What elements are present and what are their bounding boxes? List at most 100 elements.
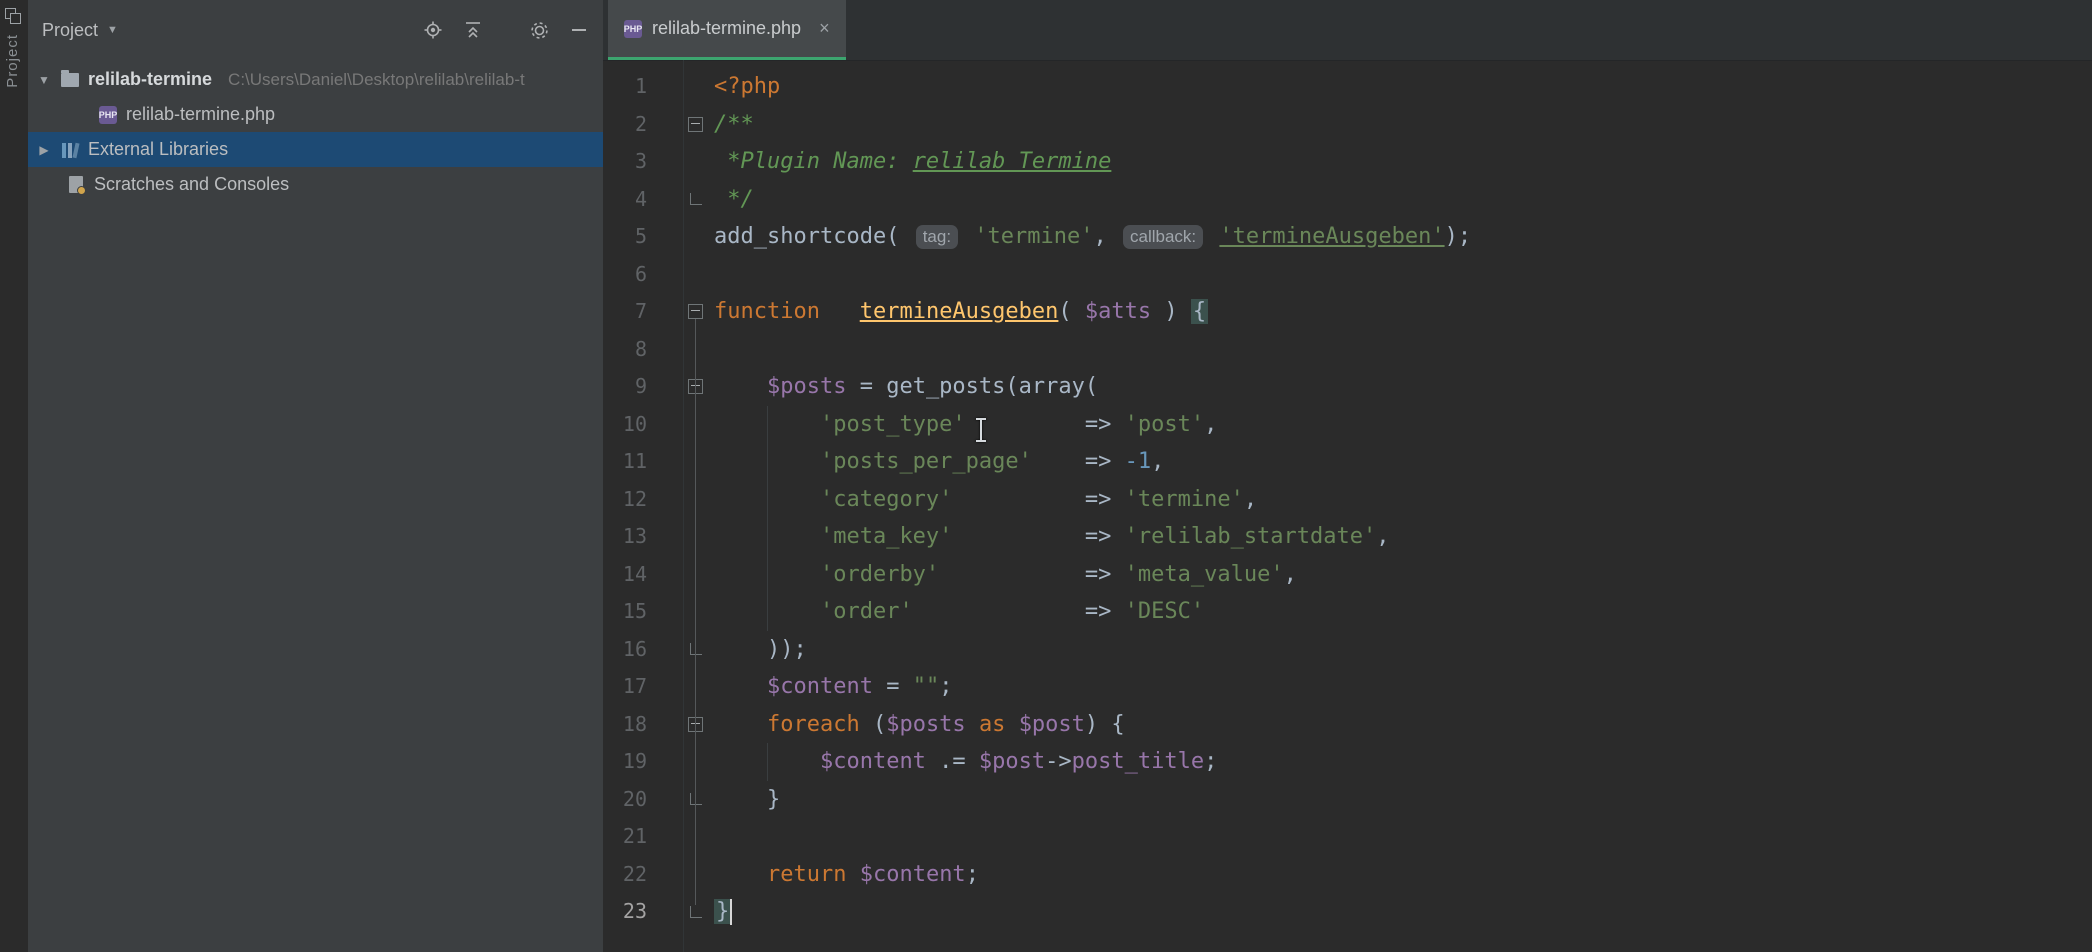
code-text: function termineAusgeben( $atts ) { xyxy=(708,293,1208,331)
line-number[interactable]: 3 xyxy=(603,143,647,181)
code-line[interactable]: 23} xyxy=(603,893,2092,931)
code-line[interactable]: 2/** xyxy=(603,106,2092,144)
code-text: add_shortcode( tag: 'termine', callback:… xyxy=(708,218,1471,256)
fold-end-icon[interactable] xyxy=(690,906,702,918)
line-number[interactable]: 23 xyxy=(603,893,647,931)
project-tool-window-stripe-button[interactable]: Project xyxy=(4,34,21,88)
code-line[interactable]: 11 'posts_per_page' => -1, xyxy=(603,443,2092,481)
window-square-icon xyxy=(10,13,21,24)
line-number[interactable]: 11 xyxy=(603,443,647,481)
external-libraries-label: External Libraries xyxy=(88,139,228,160)
line-number[interactable]: 18 xyxy=(603,706,647,744)
line-number[interactable]: 6 xyxy=(603,256,647,294)
indent-guide xyxy=(767,743,768,781)
locate-file-button[interactable] xyxy=(421,18,445,42)
code-text: 'order' => 'DESC' xyxy=(708,593,1204,631)
line-number[interactable]: 22 xyxy=(603,856,647,894)
code-line[interactable]: 18 foreach ($posts as $post) { xyxy=(603,706,2092,744)
code-line[interactable]: 8 xyxy=(603,331,2092,369)
fold-column[interactable] xyxy=(683,193,708,205)
project-root-path: C:\Users\Daniel\Desktop\relilab\relilab-… xyxy=(228,70,525,90)
project-tree: ▼ relilab-termine C:\Users\Daniel\Deskto… xyxy=(28,60,603,202)
fold-collapse-icon[interactable] xyxy=(688,304,703,319)
line-number[interactable]: 4 xyxy=(603,181,647,219)
project-panel-header: Project ▼ xyxy=(28,0,603,60)
editor-tab-label: relilab-termine.php xyxy=(652,18,801,39)
code-line[interactable]: 9 $posts = get_posts(array( xyxy=(603,368,2092,406)
code-line[interactable]: 4 */ xyxy=(603,181,2092,219)
code-text: */ xyxy=(708,181,754,219)
line-number[interactable]: 9 xyxy=(603,368,647,406)
code-line[interactable]: 16 )); xyxy=(603,631,2092,669)
chevron-right-icon[interactable]: ▶ xyxy=(36,143,52,157)
line-number[interactable]: 14 xyxy=(603,556,647,594)
tree-row-php-file[interactable]: PHP relilab-termine.php xyxy=(28,97,603,132)
line-number[interactable]: 16 xyxy=(603,631,647,669)
code-line[interactable]: 17 $content = ""; xyxy=(603,668,2092,706)
code-text: } xyxy=(708,893,731,931)
settings-gear-icon[interactable] xyxy=(527,18,551,42)
project-view-title: Project xyxy=(42,20,98,41)
text-caret xyxy=(730,899,732,925)
code-line[interactable]: 1<?php xyxy=(603,68,2092,106)
code-line[interactable]: 22 return $content; xyxy=(603,856,2092,894)
hide-panel-button[interactable] xyxy=(567,18,591,42)
code-text: 'posts_per_page' => -1, xyxy=(708,443,1164,481)
code-line[interactable]: 14 'orderby' => 'meta_value', xyxy=(603,556,2092,594)
tree-row-scratches[interactable]: Scratches and Consoles xyxy=(28,167,603,202)
chevron-down-icon: ▼ xyxy=(107,24,118,36)
fold-column[interactable] xyxy=(683,906,708,918)
line-number[interactable]: 5 xyxy=(603,218,647,256)
code-line[interactable]: 19 $content .= $post->post_title; xyxy=(603,743,2092,781)
fold-column[interactable] xyxy=(683,304,708,319)
line-number[interactable]: 12 xyxy=(603,481,647,519)
fold-column[interactable] xyxy=(683,117,708,132)
code-line[interactable]: 20 } xyxy=(603,781,2092,819)
line-number[interactable]: 15 xyxy=(603,593,647,631)
tree-row-project-root[interactable]: ▼ relilab-termine C:\Users\Daniel\Deskto… xyxy=(28,62,603,97)
line-number[interactable]: 8 xyxy=(603,331,647,369)
code-text: return $content; xyxy=(708,856,979,894)
fold-end-icon[interactable] xyxy=(690,193,702,205)
code-text: 'orderby' => 'meta_value', xyxy=(708,556,1297,594)
tree-row-external-libraries[interactable]: ▶ External Libraries xyxy=(28,132,603,167)
project-panel: Project ▼ ▼ xyxy=(28,0,604,952)
php-file-label: relilab-termine.php xyxy=(126,104,275,125)
editor-tab-relilab-termine[interactable]: PHP relilab-termine.php × xyxy=(608,0,846,60)
collapse-all-button[interactable] xyxy=(461,18,485,42)
php-file-icon: PHP xyxy=(98,105,118,125)
line-number[interactable]: 19 xyxy=(603,743,647,781)
code-line[interactable]: 10 'post_type' => 'post', xyxy=(603,406,2092,444)
code-line[interactable]: 7 function termineAusgeben( $atts ) { xyxy=(603,293,2092,331)
code-line[interactable]: 5 add_shortcode( tag: 'termine', callback… xyxy=(603,218,2092,256)
line-number[interactable]: 17 xyxy=(603,668,647,706)
scratches-label: Scratches and Consoles xyxy=(94,174,289,195)
project-view-dropdown[interactable]: Project ▼ xyxy=(42,20,118,41)
code-line[interactable]: 12 'category' => 'termine', xyxy=(603,481,2092,519)
project-root-label: relilab-termine xyxy=(88,69,212,90)
fold-collapse-icon[interactable] xyxy=(688,117,703,132)
code-text: $posts = get_posts(array( xyxy=(708,368,1098,406)
code-text: )); xyxy=(708,631,807,669)
code-line[interactable]: 3 *Plugin Name: relilab Termine xyxy=(603,143,2092,181)
code-editor[interactable]: 1<?php2/**3 *Plugin Name: relilab Termin… xyxy=(603,60,2092,952)
code-line[interactable]: 13 'meta_key' => 'relilab_startdate', xyxy=(603,518,2092,556)
close-icon[interactable]: × xyxy=(819,18,830,39)
code-text: } xyxy=(708,781,780,819)
chevron-down-icon[interactable]: ▼ xyxy=(36,73,52,87)
project-panel-toolbar xyxy=(421,18,591,42)
code-line[interactable]: 21 xyxy=(603,818,2092,856)
line-number[interactable]: 10 xyxy=(603,406,647,444)
tool-windows-icon[interactable] xyxy=(5,8,21,24)
library-icon xyxy=(60,140,80,160)
line-number[interactable]: 13 xyxy=(603,518,647,556)
line-number[interactable]: 21 xyxy=(603,818,647,856)
line-number[interactable]: 2 xyxy=(603,106,647,144)
line-number[interactable]: 20 xyxy=(603,781,647,819)
line-number[interactable]: 1 xyxy=(603,68,647,106)
code-text: 'meta_key' => 'relilab_startdate', xyxy=(708,518,1390,556)
code-text: foreach ($posts as $post) { xyxy=(708,706,1125,744)
code-line[interactable]: 6 xyxy=(603,256,2092,294)
code-line[interactable]: 15 'order' => 'DESC' xyxy=(603,593,2092,631)
line-number[interactable]: 7 xyxy=(603,293,647,331)
